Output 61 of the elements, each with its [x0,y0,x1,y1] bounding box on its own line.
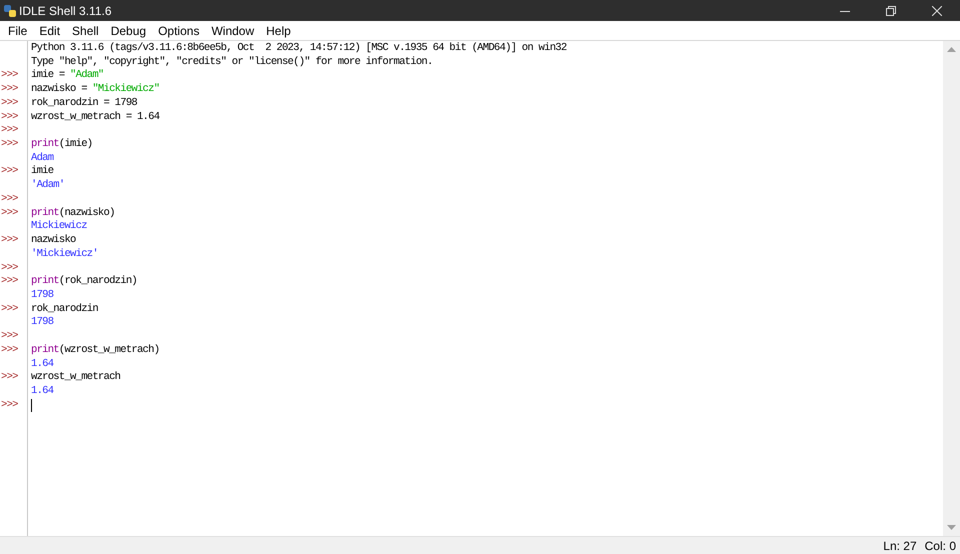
code-text: wzrost_w_metrach = 1.64 [31,110,160,124]
output-text: 1798 [31,288,54,303]
output-text: 'Adam' [31,179,64,193]
menu-item[interactable]: Window [205,24,260,38]
output-text: 'Mickiewicz' [31,248,98,262]
shell-prompt: >>> [1,138,18,150]
code-text: "Mickiewicz" [92,83,160,97]
shell-prompt: >>> [1,96,18,109]
code-text: nazwisko [31,234,76,248]
shell-prompt: >>> [1,371,18,384]
code-text: print [31,275,59,289]
output-text: 1798 [31,316,54,330]
menu-item[interactable]: Shell [66,24,105,38]
shell-prompt: >>> [1,234,18,246]
shell-prompt: >>> [1,275,18,288]
shell-prompt: >>> [1,344,18,356]
shell-prompt: >>> [1,206,18,219]
code-text: wzrost_w_metrach [31,371,120,385]
output-text: Adam [31,152,54,165]
code-text: print [31,344,59,358]
menu-item[interactable]: Options [152,24,206,38]
menu-item[interactable]: Debug [104,24,152,38]
shell-prompt: >>> [1,262,18,274]
scrollbar[interactable] [943,41,960,536]
code-text: print [31,138,59,152]
scroll-down-icon[interactable] [947,525,956,530]
shell-prompt: >>> [1,398,18,411]
code-text: Python 3.11.6 (tags/v3.11.6:8b6ee5b, Oct 2 2023, 14:57:12) [MSC v.1935 64 bit (AMD64)] on win32 [31,42,566,56]
shell-prompt: >>> [1,124,18,136]
output-text: Mickiewicz [31,220,87,234]
code-text: print [31,206,59,220]
shell-prompt: >>> [1,192,18,205]
code-text: rok_narodzin [31,302,98,316]
python-logo-icon [3,4,17,18]
menu-item[interactable]: Edit [33,24,66,38]
code-text: (rok_narodzin) [58,275,137,289]
code-text: "Adam" [70,69,104,83]
line-number: Ln: 27 [883,538,917,552]
shell-prompt: >>> [1,165,18,178]
code-text: Type "help", "copyright", "credits" or "license()" for more information. [31,56,433,69]
shell-prompt: >>> [1,69,18,82]
code-text: (wzrost_w_metrach) [58,344,160,358]
code-text: imie [31,165,54,179]
code-text: nazwisko = [31,83,88,97]
shell-prompt: >>> [1,110,18,123]
shell-prompt: >>> [1,330,18,342]
restore-icon [886,6,896,16]
code-text: (imie) [58,138,92,152]
output-text: 1.64 [31,384,54,399]
shell-prompt: >>> [1,83,18,96]
window-title: IDLE Shell 3.11.6 [19,4,113,18]
shell-prompt: >>> [1,302,18,315]
menu-item[interactable]: File [2,24,34,38]
output-text: 1.64 [31,358,54,371]
code-text: imie = [31,69,66,83]
close-icon [932,6,942,16]
column-number: Col: 0 [924,538,956,552]
menu-item[interactable]: Help [260,24,297,38]
scroll-up-icon[interactable] [947,47,956,52]
code-text: rok_narodzin = 1798 [31,96,137,111]
code-text: (nazwisko) [58,206,115,220]
